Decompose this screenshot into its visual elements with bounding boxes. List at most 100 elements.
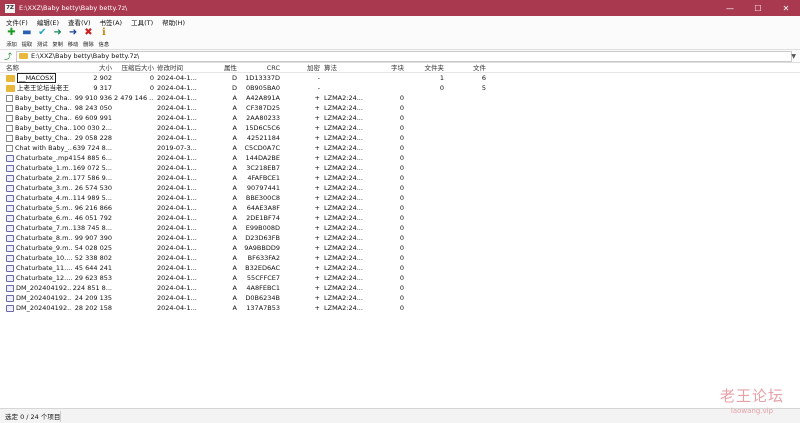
col-files-header[interactable]: 文件 (450, 63, 486, 73)
up-folder-icon[interactable]: ⤴ (2, 51, 14, 62)
table-row[interactable]: Chaturbate_10.... 52 338 802 2024-04-1... A… (0, 253, 800, 263)
menu-help[interactable]: 帮助(H) (162, 17, 185, 27)
table-row[interactable]: Baby_betty_Cha... 69 609 991 2024-04-1... A… (0, 113, 800, 123)
extract-icon: ▬ (22, 27, 32, 38)
files-cell (450, 173, 486, 183)
video-file-icon (6, 294, 14, 302)
block-cell: 0 (399, 294, 404, 302)
col-crc-header[interactable]: CRC (240, 63, 280, 73)
size-cell: 169 072 5... (72, 164, 112, 172)
info-icon: ℹ (101, 27, 106, 38)
close-icon[interactable]: ✕ (772, 0, 800, 16)
modified-cell: 2024-04-1... (157, 254, 197, 262)
table-row[interactable]: __MACOSX 2 902 0 2024-04-1... D 1D13337D - 1 6 (0, 73, 800, 83)
table-row[interactable]: Chaturbate_2.m... 177 586 9... 2024-04-1..… (0, 173, 800, 183)
attributes-cell: A (232, 164, 237, 172)
packed-size-cell (114, 303, 154, 313)
table-row[interactable]: Chat with Baby_... 639 724 8... 2019-07-3.… (0, 143, 800, 153)
block-cell: 0 (399, 124, 404, 132)
table-row[interactable]: Baby_betty_Cha... 99 910 936 2 479 146 ...… (0, 93, 800, 103)
test-label: 测试 (36, 42, 48, 48)
encrypted-cell: + (314, 274, 320, 282)
col-encrypted-header[interactable]: 加密 (290, 63, 320, 73)
table-row[interactable]: DM_202404192... 224 851 8... 2024-04-1... A… (0, 283, 800, 293)
info-button[interactable]: ℹ 信息 (96, 27, 111, 49)
move-button[interactable]: ➜ 移动 (66, 27, 81, 49)
method-cell: LZMA2:24... (324, 244, 363, 252)
file-name: 上老王论坛当老王 (17, 84, 69, 92)
path-text: E:\XXZ\Baby betty\Baby betty.7z\ (31, 52, 140, 60)
table-row[interactable]: Baby_betty_Cha... 100 030 2... 2024-04-1..… (0, 123, 800, 133)
name-cell: Chaturbate_6.m... (6, 213, 72, 223)
col-modified-header[interactable]: 修改时间 (157, 63, 205, 73)
name-cell: Chaturbate_10.... (6, 253, 72, 263)
size-cell: 100 030 2... (72, 124, 112, 132)
table-row[interactable]: Chaturbate_1.m... 169 072 5... 2024-04-1..… (0, 163, 800, 173)
copy-button[interactable]: ➜ 复制 (50, 27, 65, 49)
test-button[interactable]: ✔ 测试 (35, 27, 50, 49)
table-row[interactable]: Chaturbate_4.m... 114 989 5... 2024-04-1..… (0, 193, 800, 203)
table-row[interactable]: Chaturbate_8.m... 99 907 390 2024-04-1... A… (0, 233, 800, 243)
extract-button[interactable]: ▬ 提取 (19, 27, 34, 49)
col-size-header[interactable]: 大小 (72, 63, 112, 73)
col-block-header[interactable]: 字块 (370, 63, 404, 73)
folders-cell (406, 293, 444, 303)
file-name: Chat with Baby_... (15, 144, 72, 152)
table-row[interactable]: DM_202404192... 24 209 135 2024-04-1... A D0… (0, 293, 800, 303)
table-row[interactable]: Baby_betty_Cha... 29 058 228 2024-04-1... A… (0, 133, 800, 143)
name-cell: DM_202404192... (6, 283, 72, 293)
method-cell: LZMA2:24... (324, 154, 363, 162)
table-row[interactable]: Chaturbate_3.m... 26 574 530 2024-04-1... A… (0, 183, 800, 193)
table-row[interactable]: Baby_betty_Cha... 98 243 050 2024-04-1... A… (0, 103, 800, 113)
menu-view[interactable]: 查看(V) (68, 17, 91, 27)
modified-cell: 2024-04-1... (157, 134, 197, 142)
col-packed-header[interactable]: 压缩后大小 (114, 63, 155, 73)
table-row[interactable]: Chaturbate_9.m... 54 028 025 2024-04-1... A… (0, 243, 800, 253)
modified-cell: 2024-04-1... (157, 274, 197, 282)
crc-cell: 64AE3A8F (246, 204, 280, 212)
col-name-header[interactable]: 名称 (6, 63, 72, 73)
method-cell (324, 83, 364, 93)
table-row[interactable]: Chaturbate_.mp4 154 885 6... 2024-04-1... A… (0, 153, 800, 163)
menu-tools[interactable]: 工具(T) (131, 17, 153, 27)
file-icon (6, 124, 13, 132)
files-cell (450, 273, 486, 283)
table-row[interactable]: Chaturbate_12.... 29 623 853 2024-04-1... A… (0, 273, 800, 283)
file-name: Chaturbate_1.m... (16, 164, 72, 172)
window-controls: — ☐ ✕ (716, 0, 800, 16)
minimize-icon[interactable]: — (716, 0, 744, 16)
col-folders-header[interactable]: 文件夹 (406, 63, 445, 73)
delete-button[interactable]: ✖ 删除 (81, 27, 96, 49)
modified-cell: 2024-04-1... (157, 284, 197, 292)
attributes-cell: D (231, 74, 237, 82)
menu-file[interactable]: 文件(F) (6, 17, 28, 27)
table-row[interactable]: Chaturbate_6.m... 46 051 792 2024-04-1... A… (0, 213, 800, 223)
table-row[interactable]: Chaturbate_11.... 45 644 241 2024-04-1... A… (0, 263, 800, 273)
block-cell (370, 73, 404, 83)
file-icon (6, 134, 13, 142)
menu-edit[interactable]: 编辑(E) (37, 17, 59, 27)
encrypted-cell: + (314, 214, 320, 222)
path-input[interactable]: E:\XXZ\Baby betty\Baby betty.7z\ (16, 50, 792, 62)
modified-cell: 2024-04-1... (157, 194, 197, 202)
modified-cell: 2024-04-1... (157, 224, 197, 232)
encrypted-cell: + (314, 254, 320, 262)
maximize-icon[interactable]: ☐ (744, 0, 772, 16)
encrypted-cell: + (314, 114, 320, 122)
block-cell: 0 (399, 94, 404, 102)
table-row[interactable]: DM_202404192... 28 202 158 2024-04-1... A 13… (0, 303, 800, 313)
table-row[interactable]: Chaturbate_7.m... 138 745 8... 2024-04-1..… (0, 223, 800, 233)
method-cell: LZMA2:24... (324, 304, 363, 312)
modified-cell: 2024-04-1... (157, 164, 197, 172)
col-attr-header[interactable]: 属性 (206, 63, 237, 73)
name-cell: Chat with Baby_... (6, 143, 72, 153)
chevron-down-icon[interactable]: ▼ (791, 53, 796, 60)
video-file-icon (6, 154, 14, 162)
add-button[interactable]: ✚ 添加 (4, 27, 19, 49)
menu-bookmarks[interactable]: 书签(A) (100, 17, 123, 27)
table-row[interactable]: 上老王论坛当老王 9 317 0 2024-04-1... D 0B905BA0-0 5 (0, 83, 800, 93)
packed-size-cell (114, 243, 154, 253)
col-method-header[interactable]: 算法 (324, 63, 364, 73)
table-row[interactable]: Chaturbate_5.m... 96 216 866 2024-04-1... A… (0, 203, 800, 213)
folders-cell (406, 243, 444, 253)
